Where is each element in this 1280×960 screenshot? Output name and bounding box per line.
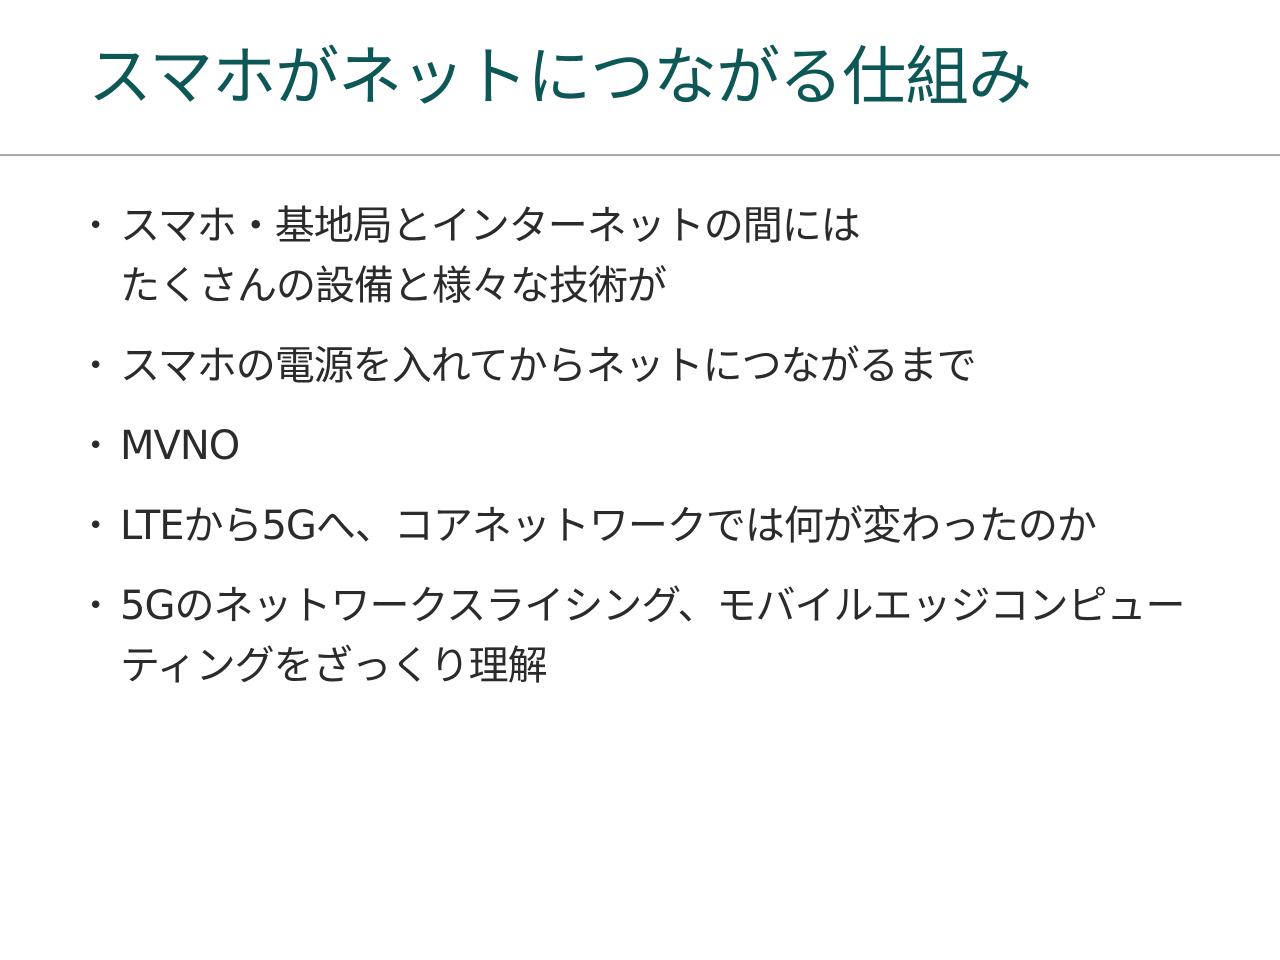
slide-title: スマホがネットにつながる仕組み bbox=[88, 41, 1032, 115]
bullet-item: • MVNO bbox=[88, 416, 1228, 476]
bullet-text: スマホの電源を入れてからネットにつながるまで bbox=[120, 343, 977, 389]
bullet-list: • スマホ・基地局とインターネットの間には たくさんの設備と様々な技術が • ス… bbox=[88, 196, 1228, 716]
bullet-item: • LTEから5Gへ、コアネットワークでは何が変わったのか bbox=[88, 496, 1228, 556]
bullet-dot-icon: • bbox=[88, 431, 104, 461]
slide: スマホがネットにつながる仕組み • スマホ・基地局とインターネットの間には たく… bbox=[0, 0, 1280, 960]
bullet-text: スマホ・基地局とインターネットの間には たくさんの設備と様々な技術が bbox=[120, 203, 861, 309]
bullet-item: • スマホの電源を入れてからネットにつながるまで bbox=[88, 336, 1228, 396]
bullet-text: LTEから5Gへ、コアネットワークでは何が変わったのか bbox=[120, 503, 1097, 549]
bullet-dot-icon: • bbox=[88, 351, 104, 381]
bullet-dot-icon: • bbox=[88, 591, 104, 621]
bullet-dot-icon: • bbox=[88, 211, 104, 241]
bullet-dot-icon: • bbox=[88, 511, 104, 541]
bullet-text: MVNO bbox=[120, 423, 240, 469]
bullet-text: 5Gのネットワークスライシング、モバイルエッジコンピュー ティングをざっくり理解 bbox=[120, 583, 1185, 689]
bullet-item: • スマホ・基地局とインターネットの間には たくさんの設備と様々な技術が bbox=[88, 196, 1228, 316]
bullet-item: • 5Gのネットワークスライシング、モバイルエッジコンピュー ティングをざっくり… bbox=[88, 576, 1228, 696]
title-divider bbox=[0, 154, 1280, 156]
